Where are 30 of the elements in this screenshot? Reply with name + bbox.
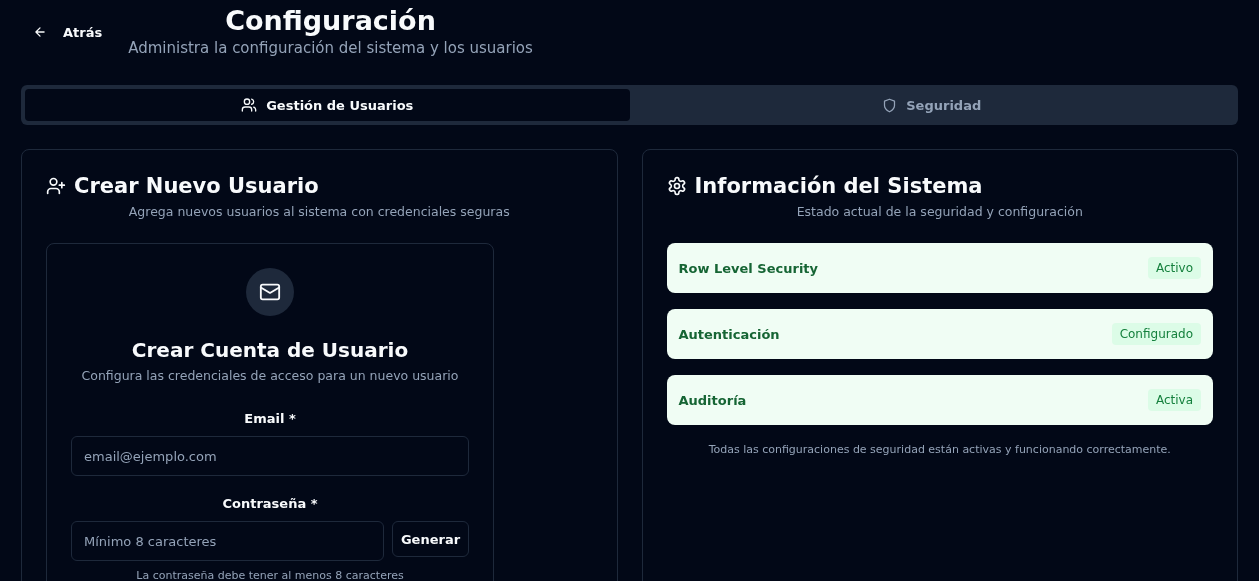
status-label: Row Level Security [678,260,819,276]
generate-button[interactable]: Generar [392,521,469,557]
status-badge: Activo [1147,257,1201,279]
status-label: Auditoría [678,392,747,408]
card-description: Agrega nuevos usuarios al sistema con credenciales seguras [127,204,511,219]
status-badge: Activa [1147,389,1201,411]
users-icon [241,97,258,113]
page-subtitle: Administra la configuración del sistema y los usuarios [128,39,533,57]
page-title: Configuración [225,4,436,38]
password-label: Contraseña * [222,496,318,511]
user-plus-icon [46,176,66,196]
email-label: Email * [244,411,296,426]
card-description: Estado actual de la seguridad y configuración [795,204,1084,219]
shield-icon [882,97,898,113]
mail-icon [259,281,281,303]
email-field[interactable]: email@ejemplo.com [71,436,469,476]
status-note: Todas las configuraciones de seguridad están activas y funcionando correctamente. [707,443,1172,456]
tab[interactable]: Seguridad [629,89,1234,121]
arrow-left-icon [33,25,47,39]
form-description: Configura las credenciales de acceso para un nuevo usuario [81,368,459,383]
form-title: Crear Cuenta de Usuario [131,338,409,362]
password-hint: La contraseña debe tener al menos 8 caracteres [136,569,404,581]
settings-icon [666,176,687,196]
card-title: Crear Nuevo Usuario [74,174,319,198]
status-badge: Configurado [1111,323,1201,345]
back-button[interactable]: Atrás [21,22,115,42]
tab[interactable]: Gestión de Usuarios [25,89,630,121]
password-field[interactable]: Mínimo 8 caracteres [71,521,384,561]
status-label: Autenticación [678,326,780,342]
card-title: Información del Sistema [694,174,983,198]
